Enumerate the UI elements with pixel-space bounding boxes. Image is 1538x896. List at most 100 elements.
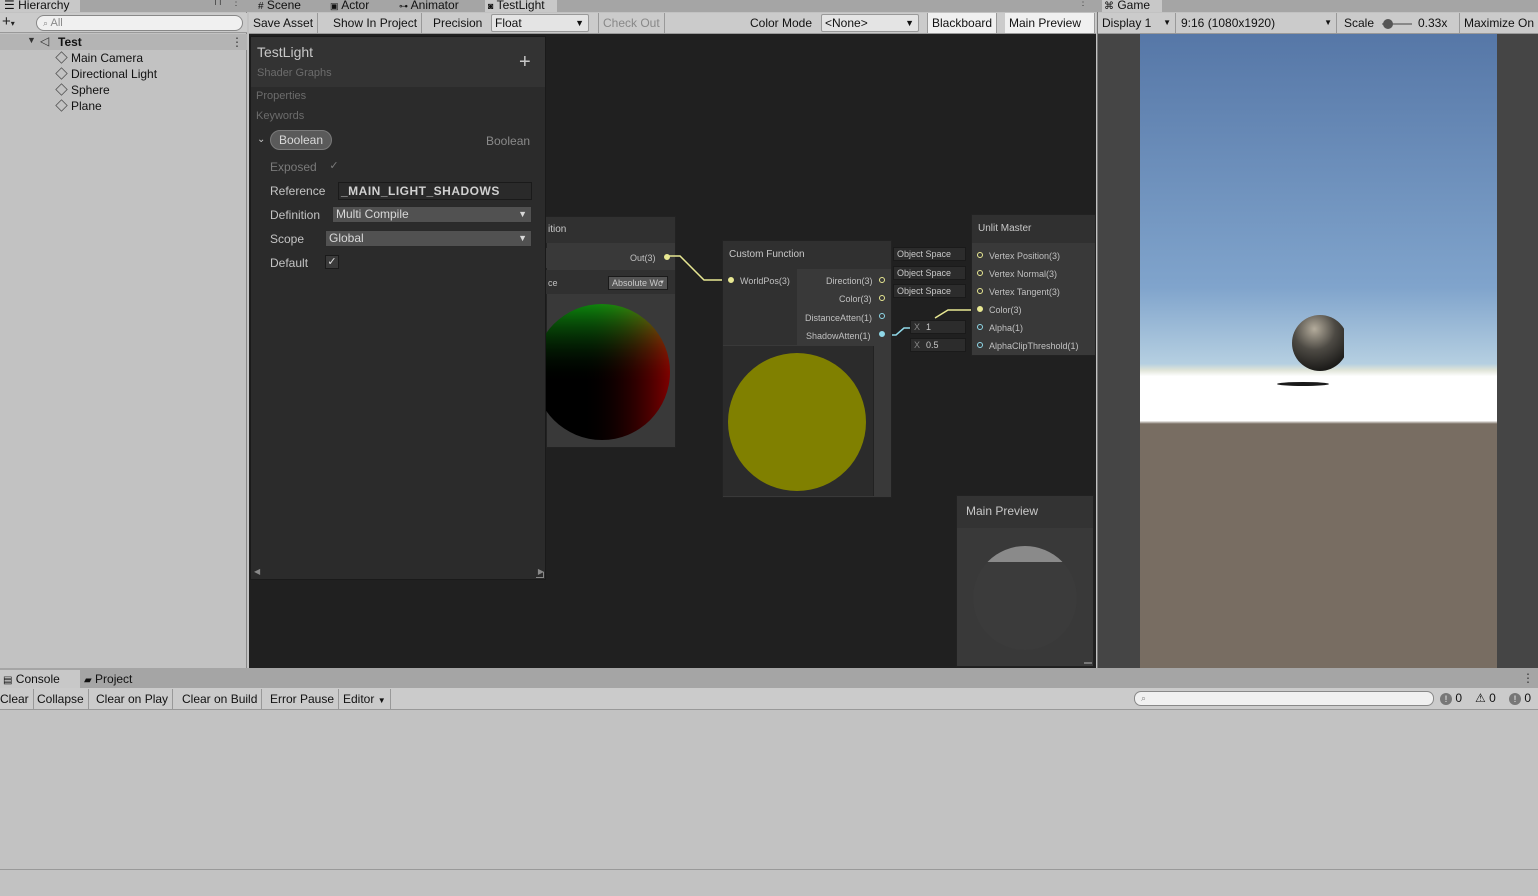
scale-slider[interactable] [1382, 19, 1412, 29]
vertex-position-port[interactable] [977, 252, 983, 258]
shadergraph-icon: ◙ [488, 1, 494, 11]
hierarchy-item-main-camera[interactable]: Main Camera [55, 50, 143, 66]
scope-dropdown[interactable]: Global ▼ [325, 230, 532, 247]
console-menu-icon[interactable]: ⋮ [1522, 671, 1534, 685]
color-mode-dropdown[interactable]: <None> ▼ [821, 14, 919, 32]
search-icon: ⌕ [1141, 693, 1147, 703]
keyword-pill[interactable]: Boolean [270, 130, 332, 150]
console-search-input[interactable]: ⌕ [1134, 691, 1434, 706]
tab-hierarchy[interactable]: ☰ Hierarchy [0, 0, 80, 12]
add-property-button[interactable]: + [519, 51, 531, 74]
console-detail-area [0, 870, 1538, 896]
blackboard-hscroll[interactable]: ◀ ▶ [254, 567, 544, 579]
unlit-master-title: Unlit Master [972, 215, 1095, 243]
alpha-label: Alpha(1) [989, 323, 1024, 333]
direction-port[interactable] [879, 277, 885, 283]
vertex-position-label: Vertex Position(3) [989, 251, 1061, 261]
error-icon: ! [1509, 693, 1521, 705]
dropdown-arrow-icon: ▼ [575, 18, 584, 28]
worldpos-label: WorldPos(3) [740, 276, 790, 286]
distanceatten-label: DistanceAtten(1) [805, 313, 873, 323]
properties-section[interactable]: Properties [256, 90, 306, 102]
alpha-port[interactable] [977, 324, 983, 330]
tab-scene[interactable]: # Scene [258, 0, 322, 12]
hierarchy-item-sphere[interactable]: Sphere [55, 82, 110, 98]
default-checkbox[interactable]: ✓ [325, 255, 339, 269]
hierarchy-item-directional-light[interactable]: Directional Light [55, 66, 157, 82]
definition-dropdown[interactable]: Multi Compile ▼ [332, 206, 532, 223]
custom-function-preview [728, 353, 866, 491]
tab-testlight[interactable]: ◙ TestLight [485, 0, 557, 12]
hierarchy-search-input[interactable]: ⌕ All [36, 15, 243, 31]
resize-handle-icon[interactable] [536, 572, 544, 578]
dropdown-arrow-icon: ▼ [905, 18, 914, 28]
reference-input[interactable]: _MAIN_LIGHT_SHADOWS [338, 182, 532, 200]
vertex-position-space[interactable]: Object Space [893, 247, 966, 261]
expand-arrow-icon[interactable]: ▼ [27, 35, 36, 45]
vertex-normal-space[interactable]: Object Space [893, 266, 966, 280]
precision-dropdown[interactable]: Float ▼ [491, 14, 589, 32]
console-log-area[interactable] [0, 711, 1538, 869]
space-dropdown[interactable]: Absolute Wc ▼ [608, 276, 668, 290]
tab-project[interactable]: ▰ Project [84, 670, 154, 688]
definition-label: Definition [270, 208, 321, 222]
panel-menu-icon[interactable]: ⋮ [231, 0, 241, 8]
main-preview-resize-icon[interactable] [1084, 662, 1092, 664]
keywords-section[interactable]: Keywords [256, 110, 304, 122]
color-out-port[interactable] [879, 295, 885, 301]
clear-button[interactable]: Clear [0, 689, 34, 710]
shadowatten-port[interactable] [879, 331, 885, 337]
dropdown-arrow-icon: ▼ [518, 233, 527, 243]
tab-game[interactable]: ⌘ Game [1102, 0, 1162, 12]
save-asset-button[interactable]: Save Asset [249, 13, 319, 33]
color-mode-label: Color Mode [750, 16, 813, 30]
tab-actor[interactable]: ▣ Actor [330, 0, 392, 12]
tab-console[interactable]: ▤ Console [0, 670, 80, 688]
maximize-on-play-toggle[interactable]: Maximize On [1459, 13, 1538, 33]
vertex-tangent-port[interactable] [977, 288, 983, 294]
gameobject-icon [55, 83, 68, 96]
error-count-toggle[interactable]: ! 0 [1509, 691, 1531, 705]
warning-count-toggle[interactable]: ⚠ 0 [1475, 691, 1496, 705]
check-out-button[interactable]: Check Out [598, 13, 665, 33]
worldpos-port[interactable] [728, 277, 734, 283]
blackboard-subtitle: Shader Graphs [257, 67, 332, 79]
alpha-value-field[interactable]: X1 [910, 320, 966, 334]
warning-icon: ⚠ [1475, 691, 1486, 705]
vertex-normal-port[interactable] [977, 270, 983, 276]
color-in-port[interactable] [977, 306, 983, 312]
tab-animator[interactable]: ⊶ Animator [399, 0, 479, 12]
default-label: Default [270, 256, 309, 270]
main-preview-toggle[interactable]: Main Preview [1005, 13, 1095, 33]
create-button[interactable]: +▾ [2, 14, 15, 32]
collapse-button[interactable]: Collapse [33, 689, 89, 710]
vertex-normal-label: Vertex Normal(3) [989, 269, 1058, 279]
hierarchy-item-plane[interactable]: Plane [55, 98, 102, 114]
info-count-toggle[interactable]: ! 0 [1440, 691, 1462, 705]
scale-slider-thumb[interactable] [1383, 19, 1393, 29]
show-in-project-button[interactable]: Show In Project [329, 13, 423, 33]
precision-label: Precision [433, 16, 483, 30]
vertex-tangent-space[interactable]: Object Space [893, 284, 966, 298]
custom-function-title: Custom Function [723, 241, 891, 269]
clear-on-build-button[interactable]: Clear on Build [178, 689, 263, 710]
main-preview-title: Main Preview [966, 504, 1039, 518]
collapse-arrow-icon[interactable]: ⌄ [257, 134, 265, 145]
scene-menu-icon[interactable]: ⋮ [231, 35, 243, 49]
scroll-left-icon[interactable]: ◀ [254, 567, 260, 576]
alpha-clip-port[interactable] [977, 342, 983, 348]
display-dropdown[interactable]: Display 1 ▼ [1098, 13, 1176, 33]
alpha-clip-label: AlphaClipThreshold(1) [989, 341, 1079, 351]
editor-dropdown[interactable]: Editor ▼ [339, 689, 391, 710]
blackboard-toggle[interactable]: Blackboard [927, 13, 998, 33]
resolution-dropdown[interactable]: 9:16 (1080x1920) ▼ [1177, 13, 1337, 33]
clear-on-play-button[interactable]: Clear on Play [92, 689, 174, 710]
clip-threshold-field[interactable]: X 0.5 [910, 338, 966, 352]
error-pause-button[interactable]: Error Pause [266, 689, 340, 710]
scene-row[interactable] [0, 34, 247, 50]
center-menu-icon[interactable]: ⋮ [1078, 0, 1088, 8]
exposed-checkbox[interactable]: ✓ [327, 159, 341, 173]
lock-icon[interactable]: ⊓ [214, 0, 222, 8]
distanceatten-port[interactable] [879, 313, 885, 319]
position-node-title: ition [548, 224, 567, 235]
